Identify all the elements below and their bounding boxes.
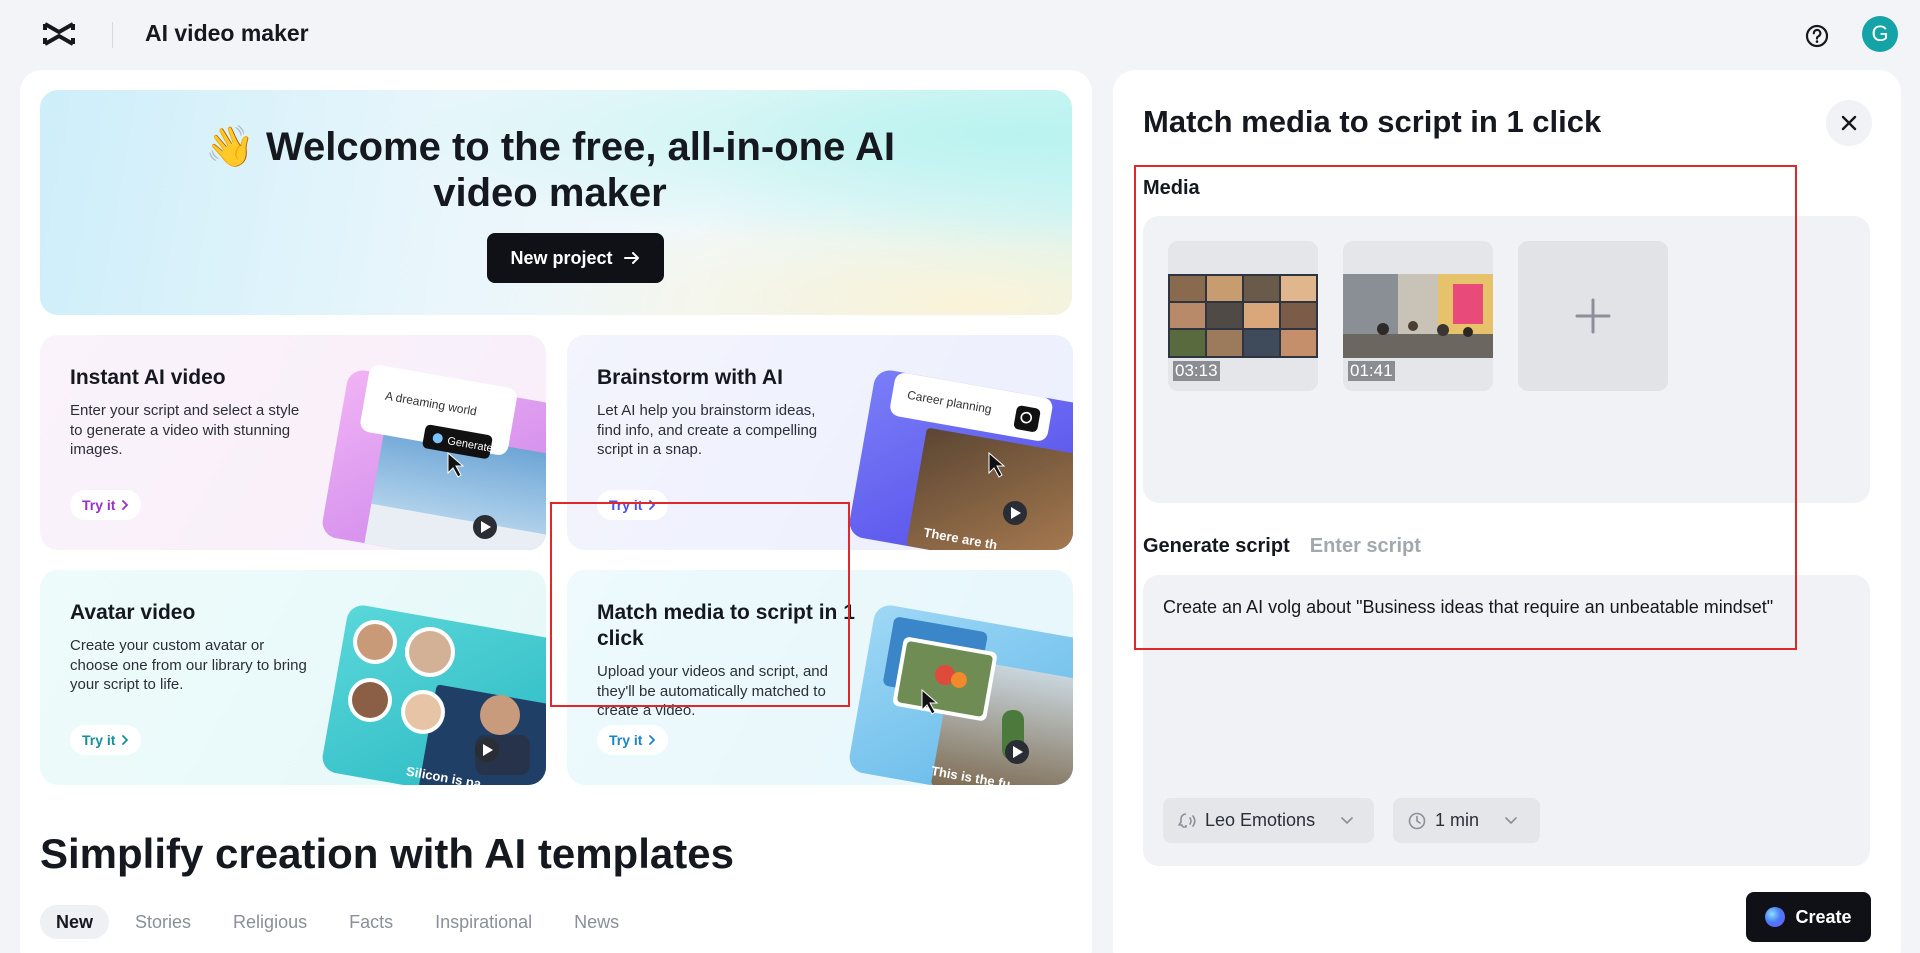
duration-select-value: 1 min	[1435, 810, 1480, 830]
card-description: Upload your videos and script, and they'…	[597, 663, 828, 719]
templates-section-title: Simplify creation with AI templates	[40, 830, 734, 877]
try-it-button[interactable]: Try it	[70, 725, 142, 755]
voice-select[interactable]: Leo Emotions	[1163, 798, 1374, 843]
add-media-button[interactable]	[1518, 241, 1668, 391]
chevron-right-icon	[649, 500, 656, 510]
chevron-right-icon	[122, 500, 129, 510]
media-duration: 03:13	[1173, 361, 1220, 381]
voice-select-value: Leo Emotions	[1205, 810, 1316, 830]
arrow-right-icon	[623, 252, 639, 264]
card-description: Let AI help you brainstorm ideas, find i…	[597, 402, 818, 458]
card-brainstorm-with-ai[interactable]: Brainstorm with AI Let AI help you brain…	[567, 335, 1073, 550]
street-scene-thumbnail-icon	[1343, 274, 1493, 358]
card-instant-ai-video[interactable]: Instant AI video Enter your script and s…	[40, 335, 546, 550]
app-title: AI video maker	[145, 20, 309, 46]
card-title: Brainstorm with AI	[597, 366, 783, 389]
media-item[interactable]: 01:41	[1343, 241, 1493, 391]
top-bar: AI video maker G	[0, 0, 1920, 70]
card-title: Match media to script in 1 click	[597, 601, 855, 650]
tab-news[interactable]: News	[558, 905, 635, 939]
create-button[interactable]: Create	[1746, 892, 1871, 942]
match-media-illustration: This is the fu	[849, 605, 1073, 785]
card-title: Instant AI video	[70, 366, 226, 389]
try-it-button[interactable]: Try it	[597, 725, 669, 755]
chevron-right-icon	[649, 735, 656, 745]
instant-video-illustration: A dreaming world Generate	[322, 365, 546, 550]
tab-new[interactable]: New	[40, 905, 110, 939]
capcut-logo-icon[interactable]	[42, 20, 76, 48]
close-button[interactable]	[1826, 100, 1872, 146]
media-item[interactable]: 03:13	[1168, 241, 1318, 391]
brainstorm-illustration: Career planning There are th	[849, 370, 1073, 550]
video-grid-thumbnail-icon	[1168, 274, 1318, 358]
card-description: Enter your script and select a style to …	[70, 402, 300, 458]
topbar-divider	[112, 22, 113, 48]
card-avatar-video[interactable]: Avatar video Create your custom avatar o…	[40, 570, 546, 785]
tab-stories[interactable]: Stories	[119, 905, 207, 939]
waving-hand-icon: 👋	[205, 125, 255, 169]
avatar-illustration: Silicon is pa	[322, 605, 546, 785]
chevron-down-icon	[1341, 816, 1353, 824]
plus-icon	[1575, 298, 1611, 334]
help-icon[interactable]	[1803, 22, 1831, 50]
hero-title: 👋 Welcome to the free, all-in-one AI vid…	[205, 125, 895, 215]
tab-religious[interactable]: Religious	[217, 905, 323, 939]
tab-generate-script[interactable]: Generate script	[1143, 535, 1290, 558]
media-label: Media	[1143, 177, 1200, 199]
card-title: Avatar video	[70, 601, 196, 624]
media-upload-area: 03:13 01:41	[1143, 216, 1870, 503]
try-it-button[interactable]: Try it	[70, 490, 142, 520]
create-orb-icon	[1765, 907, 1786, 927]
duration-select[interactable]: 1 min	[1393, 798, 1540, 843]
voice-icon	[1178, 812, 1196, 828]
panel-title: Match media to script in 1 click	[1143, 104, 1602, 139]
try-it-button[interactable]: Try it	[597, 490, 669, 520]
left-panel: 👋 Welcome to the free, all-in-one AI vid…	[20, 70, 1092, 953]
tab-inspirational[interactable]: Inspirational	[419, 905, 548, 939]
script-prompt-text[interactable]: Create an AI volg about "Business ideas …	[1163, 597, 1773, 618]
new-project-button[interactable]: New project	[487, 233, 664, 283]
script-input-area[interactable]: Create an AI volg about "Business ideas …	[1143, 575, 1870, 866]
tab-facts[interactable]: Facts	[333, 905, 409, 939]
close-icon	[1841, 115, 1857, 131]
match-media-panel: Match media to script in 1 click Media 0…	[1113, 70, 1901, 953]
chevron-down-icon	[1505, 816, 1517, 824]
welcome-hero: 👋 Welcome to the free, all-in-one AI vid…	[40, 90, 1072, 315]
template-category-tabs: New Stories Religious Facts Inspirationa…	[40, 905, 635, 939]
user-avatar[interactable]: G	[1862, 16, 1898, 52]
card-description: Create your custom avatar or choose one …	[70, 637, 307, 693]
tab-enter-script[interactable]: Enter script	[1310, 535, 1421, 558]
media-duration: 01:41	[1348, 361, 1395, 381]
clock-icon	[1408, 812, 1426, 829]
chevron-right-icon	[122, 735, 129, 745]
script-tabs: Generate script Enter script	[1143, 535, 1421, 558]
card-match-media-to-script[interactable]: Match media to script in 1 click Upload …	[567, 570, 1073, 785]
